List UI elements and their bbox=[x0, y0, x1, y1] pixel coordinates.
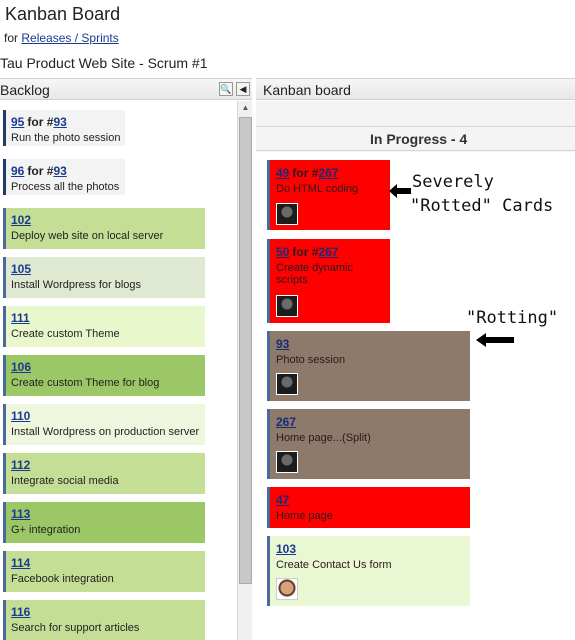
backlog-header: Backlog 🔍 ◀ bbox=[0, 78, 252, 100]
card-text: Install Wordpress for blogs bbox=[11, 279, 142, 291]
card-text: Create custom Theme for blog bbox=[11, 377, 160, 389]
backlog-card-111[interactable]: 111 Create custom Theme bbox=[3, 306, 205, 347]
card-parent-link[interactable]: 93 bbox=[53, 115, 66, 129]
card-id-link[interactable]: 116 bbox=[11, 605, 30, 619]
card-text: Create Contact Us form bbox=[276, 559, 392, 571]
card-id-link[interactable]: 112 bbox=[11, 458, 30, 472]
card-id-link[interactable]: 93 bbox=[276, 337, 289, 351]
avatar bbox=[276, 203, 298, 225]
card-id-link[interactable]: 50 bbox=[276, 245, 289, 259]
card-id-link[interactable]: 113 bbox=[11, 507, 30, 521]
subtitle: for Releases / Sprints bbox=[4, 31, 119, 45]
releases-sprints-link[interactable]: Releases / Sprints bbox=[21, 31, 118, 45]
project-title: Tau Product Web Site - Scrum #1 bbox=[0, 55, 208, 71]
card-for-label: for # bbox=[27, 164, 54, 178]
backlog-card-110[interactable]: 110 Install Wordpress on production serv… bbox=[3, 404, 205, 445]
card-id-link[interactable]: 95 bbox=[11, 115, 24, 129]
avatar bbox=[276, 451, 298, 473]
card-text: Home page bbox=[276, 510, 333, 522]
search-icon[interactable]: 🔍 bbox=[219, 82, 233, 96]
scroll-up-icon[interactable]: ▲ bbox=[240, 103, 251, 114]
kanban-card-93[interactable]: 93 Photo session bbox=[267, 331, 470, 401]
card-for-label: for # bbox=[27, 115, 54, 129]
card-id-link[interactable]: 102 bbox=[11, 213, 31, 227]
backlog-list: 95 for #93 Run the photo session 96 for … bbox=[0, 101, 236, 640]
card-id-link[interactable]: 111 bbox=[11, 311, 30, 325]
card-text: Create dynamic scripts bbox=[276, 262, 354, 286]
card-id-link[interactable]: 114 bbox=[11, 556, 30, 570]
card-text: G+ integration bbox=[11, 524, 81, 536]
backlog-title: Backlog bbox=[0, 82, 50, 98]
card-id-link[interactable]: 267 bbox=[276, 415, 296, 429]
kanban-header: Kanban board bbox=[256, 78, 575, 100]
card-id-link[interactable]: 103 bbox=[276, 542, 296, 556]
card-parent-link[interactable]: 267 bbox=[318, 245, 338, 259]
annotation-rotted-cards: "Rotted" Cards bbox=[410, 196, 554, 216]
backlog-card-116[interactable]: 116 Search for support articles bbox=[3, 600, 205, 640]
card-text: Install Wordpress on production server bbox=[11, 426, 200, 438]
in-progress-column-header: In Progress - 4 bbox=[256, 126, 575, 151]
avatar bbox=[276, 295, 298, 317]
kanban-title: Kanban board bbox=[263, 82, 351, 98]
arrow-left-icon bbox=[389, 184, 411, 198]
card-text: Create custom Theme bbox=[11, 328, 120, 340]
card-for-label: for # bbox=[292, 166, 319, 180]
avatar bbox=[276, 373, 298, 395]
card-for-label: for # bbox=[292, 245, 319, 259]
card-text: Process all the photos bbox=[11, 181, 120, 193]
app-title: Kanban Board bbox=[5, 4, 121, 24]
card-text: Facebook integration bbox=[11, 573, 114, 585]
card-id-link[interactable]: 96 bbox=[11, 164, 24, 178]
kanban-card-49[interactable]: 49 for #267 Do HTML coding bbox=[267, 160, 390, 230]
avatar bbox=[276, 578, 298, 600]
backlog-card-96[interactable]: 96 for #93 Process all the photos bbox=[3, 159, 125, 195]
card-text: Do HTML coding bbox=[276, 183, 359, 195]
card-parent-link[interactable]: 267 bbox=[318, 166, 338, 180]
kanban-card-47[interactable]: 47 Home page bbox=[267, 487, 470, 528]
card-text: Photo session bbox=[276, 354, 346, 366]
kanban-card-103[interactable]: 103 Create Contact Us form bbox=[267, 536, 470, 606]
card-id-link[interactable]: 47 bbox=[276, 493, 289, 507]
card-text: Home page...(Split) bbox=[276, 432, 371, 444]
collapse-arrow-icon[interactable]: ◀ bbox=[236, 82, 250, 96]
backlog-card-102[interactable]: 102 Deploy web site on local server bbox=[3, 208, 205, 249]
for-label: for bbox=[4, 31, 19, 45]
column-title: In Progress - 4 bbox=[370, 131, 468, 147]
annotation-severely: Severely bbox=[412, 172, 494, 192]
backlog-card-105[interactable]: 105 Install Wordpress for blogs bbox=[3, 257, 205, 298]
kanban-card-50[interactable]: 50 for #267 Create dynamic scripts bbox=[267, 239, 390, 323]
backlog-scrollbar[interactable]: ▲ bbox=[237, 101, 252, 640]
backlog-card-114[interactable]: 114 Facebook integration bbox=[3, 551, 205, 592]
kanban-card-267[interactable]: 267 Home page...(Split) bbox=[267, 409, 470, 479]
in-progress-column: 49 for #267 Do HTML coding 50 for #267 C… bbox=[256, 152, 575, 640]
card-text: Run the photo session bbox=[11, 132, 121, 144]
backlog-card-106[interactable]: 106 Create custom Theme for blog bbox=[3, 355, 205, 396]
card-text: Search for support articles bbox=[11, 622, 140, 634]
card-id-link[interactable]: 49 bbox=[276, 166, 289, 180]
backlog-card-113[interactable]: 113 G+ integration bbox=[3, 502, 205, 543]
backlog-card-112[interactable]: 112 Integrate social media bbox=[3, 453, 205, 494]
card-text: Deploy web site on local server bbox=[11, 230, 164, 242]
card-id-link[interactable]: 106 bbox=[11, 360, 31, 374]
scroll-thumb[interactable] bbox=[239, 117, 252, 584]
card-parent-link[interactable]: 93 bbox=[53, 164, 66, 178]
annotation-rotting: "Rotting" bbox=[466, 308, 559, 328]
card-id-link[interactable]: 110 bbox=[11, 409, 30, 423]
card-text: Integrate social media bbox=[11, 475, 119, 487]
arrow-left-icon bbox=[476, 333, 514, 347]
backlog-card-95[interactable]: 95 for #93 Run the photo session bbox=[3, 110, 125, 146]
card-id-link[interactable]: 105 bbox=[11, 262, 31, 276]
